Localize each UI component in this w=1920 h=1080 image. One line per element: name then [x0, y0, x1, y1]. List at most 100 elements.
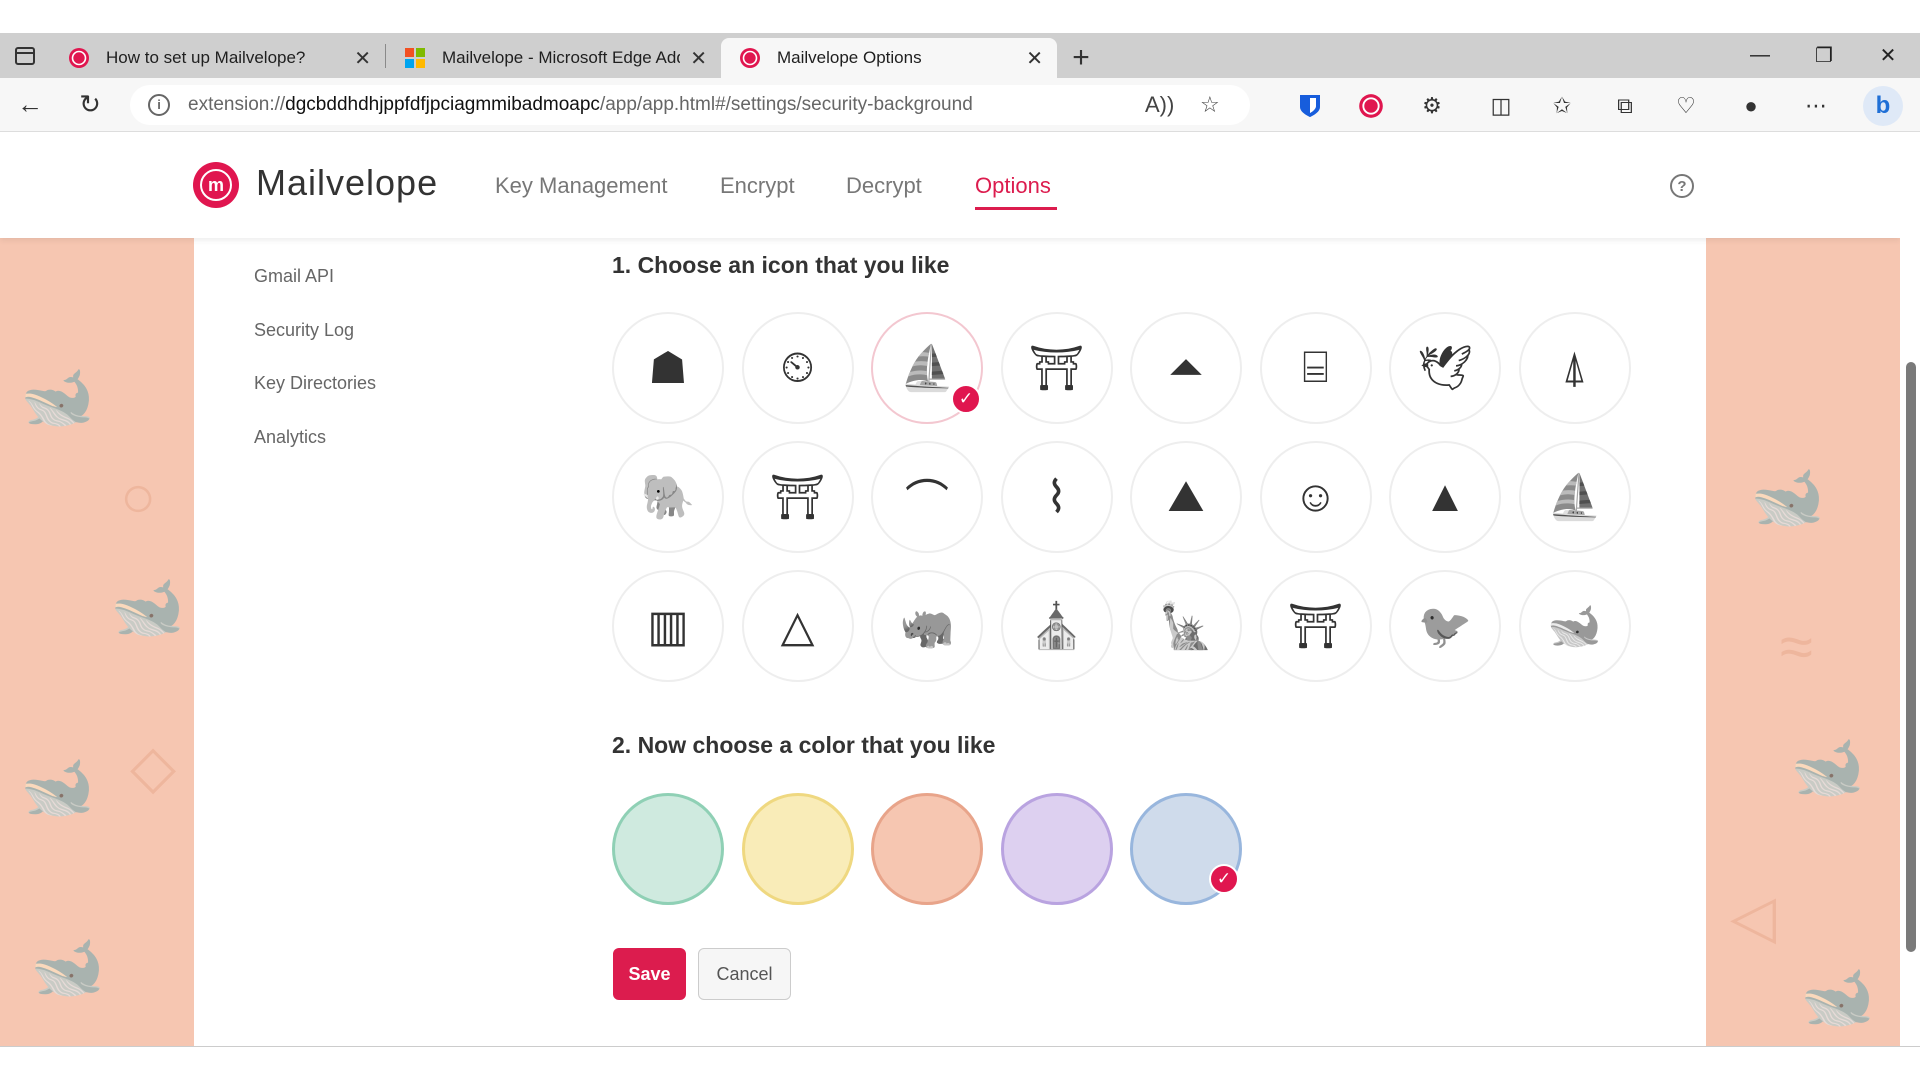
- help-icon[interactable]: ?: [1670, 174, 1694, 198]
- mailvelope-favicon-icon: [740, 48, 760, 68]
- ship-icon[interactable]: ⛵ ✓: [871, 312, 983, 424]
- selected-check-icon: ✓: [1209, 864, 1239, 894]
- bitwarden-icon[interactable]: [1296, 92, 1324, 120]
- nav-encrypt[interactable]: Encrypt: [720, 173, 795, 199]
- icon-glyph: ⍋: [1561, 343, 1588, 392]
- brand-name[interactable]: Mailvelope: [256, 162, 438, 204]
- torii-gate-icon[interactable]: ⛩: [1259, 570, 1372, 682]
- favorite-star-icon[interactable]: ☆: [1200, 92, 1220, 118]
- icon-glyph: ☗: [648, 343, 688, 393]
- collections-icon[interactable]: ⧉: [1611, 92, 1639, 120]
- sidebar-item-key-directories[interactable]: Key Directories: [254, 373, 376, 394]
- icon-glyph: ⛵: [899, 344, 955, 393]
- eagle-icon[interactable]: 🕊: [1389, 312, 1501, 424]
- tab-edge-addons[interactable]: Mailvelope - Microsoft Edge Add ✕: [386, 38, 721, 78]
- bing-icon[interactable]: b: [1863, 86, 1903, 126]
- microsoft-favicon-icon: [405, 48, 425, 68]
- whale-decoration-icon: 🐋: [1750, 464, 1825, 531]
- leaning-tower-icon[interactable]: ▥: [612, 570, 724, 682]
- icon-glyph: 🦏: [899, 602, 955, 651]
- big-ben-icon[interactable]: ⏲: [741, 312, 854, 424]
- opera-house-icon[interactable]: ⛵: [1518, 441, 1631, 553]
- new-tab-button[interactable]: +: [1057, 38, 1105, 78]
- color-peach[interactable]: [871, 793, 983, 905]
- sidebar-toggle-icon[interactable]: [0, 33, 50, 78]
- icon-glyph: 🗽: [1158, 602, 1214, 651]
- color-lavender[interactable]: [1000, 793, 1113, 905]
- brandenburg-gate-icon[interactable]: ⛩: [1000, 312, 1113, 424]
- color-blue[interactable]: ✓: [1130, 793, 1242, 905]
- color-mint[interactable]: [612, 793, 724, 905]
- minimize-icon[interactable]: —: [1728, 33, 1792, 78]
- elephant-icon[interactable]: 🐘: [612, 441, 724, 553]
- colosseum-icon[interactable]: ⌸: [1259, 312, 1372, 424]
- icon-glyph: △: [780, 601, 815, 651]
- extensions-icon[interactable]: ⚙: [1418, 92, 1446, 120]
- sidebar-item-gmail-api[interactable]: Gmail API: [254, 266, 334, 287]
- icon-glyph: ▥: [647, 601, 689, 651]
- pagoda-icon[interactable]: ⛩: [741, 441, 854, 553]
- color-section-heading: 2. Now choose a color that you like: [612, 732, 996, 758]
- url-scheme: extension://: [188, 93, 286, 115]
- icon-glyph: ⛪: [1029, 602, 1084, 651]
- nav-options[interactable]: Options: [975, 173, 1051, 199]
- eiffel-tower-icon[interactable]: ⍋: [1518, 312, 1631, 424]
- mailvelope-ext-icon[interactable]: [1357, 92, 1385, 120]
- save-button[interactable]: Save: [613, 948, 686, 1000]
- color-yellow[interactable]: [741, 793, 854, 905]
- title-strip: [0, 0, 1920, 33]
- nav-active-indicator: [975, 207, 1057, 210]
- whale-decoration-icon: 🐋: [30, 934, 105, 1001]
- read-aloud-icon[interactable]: A)): [1145, 92, 1174, 118]
- icon-glyph: 🐘: [640, 473, 696, 522]
- cathedral-icon[interactable]: ⛪: [1000, 570, 1113, 682]
- nav-key-management[interactable]: Key Management: [495, 173, 667, 199]
- mask-icon[interactable]: ☗: [612, 312, 724, 424]
- pyramid-temple-icon[interactable]: ⏶: [1130, 312, 1242, 424]
- tab-close-icon[interactable]: ✕: [1026, 46, 1043, 71]
- sidebar-item-security-log[interactable]: Security Log: [254, 320, 354, 341]
- toucan-icon[interactable]: 🐦: [1389, 570, 1501, 682]
- icon-glyph: ⏶: [1168, 343, 1204, 392]
- profile-icon[interactable]: ●: [1737, 92, 1765, 120]
- mailvelope-logo-icon[interactable]: m: [193, 162, 239, 208]
- split-screen-icon[interactable]: ◫: [1487, 92, 1515, 120]
- sidebar-item-analytics[interactable]: Analytics: [254, 427, 326, 448]
- bridge-icon[interactable]: ⌒: [871, 441, 983, 553]
- cancel-button[interactable]: Cancel: [698, 948, 791, 1000]
- refresh-icon[interactable]: ↻: [60, 89, 120, 120]
- moai-icon[interactable]: ☺: [1259, 441, 1372, 553]
- pyramids-icon[interactable]: △: [741, 570, 854, 682]
- window-close-icon[interactable]: ✕: [1856, 33, 1920, 78]
- tab-close-icon[interactable]: ✕: [690, 46, 707, 71]
- tab-label: Mailvelope Options: [777, 48, 922, 67]
- health-icon[interactable]: ♡: [1672, 92, 1700, 120]
- mailvelope-favicon-icon: [69, 48, 89, 68]
- icon-glyph: ⛵: [1547, 473, 1602, 522]
- tab-mailvelope-options[interactable]: Mailvelope Options ✕: [721, 38, 1057, 78]
- restore-icon[interactable]: ❐: [1792, 33, 1856, 78]
- back-icon[interactable]: ←: [0, 89, 60, 120]
- statue-of-liberty-icon[interactable]: 🗽: [1130, 570, 1242, 682]
- icon-glyph: ⌒: [905, 477, 949, 526]
- mountain-icon[interactable]: ▲: [1389, 441, 1501, 553]
- rhino-icon[interactable]: 🦏: [871, 570, 983, 682]
- scroll-thumb[interactable]: [1906, 362, 1916, 952]
- tab-label: How to set up Mailvelope?: [106, 48, 306, 67]
- great-wall-icon[interactable]: ⌇: [1000, 441, 1113, 553]
- tab-how-to-setup[interactable]: How to set up Mailvelope? ✕: [50, 38, 385, 78]
- whale-icon[interactable]: 🐋: [1518, 570, 1631, 682]
- icon-glyph: ⛰: [1167, 472, 1205, 521]
- favorites-icon[interactable]: ✩: [1548, 92, 1576, 120]
- tab-close-icon[interactable]: ✕: [354, 46, 371, 71]
- app-header: m Mailvelope Key Management Encrypt Decr…: [0, 132, 1900, 238]
- landscape-icon[interactable]: ⛰: [1130, 441, 1242, 553]
- square-decoration-icon: ◇: [130, 733, 177, 800]
- icon-glyph: 🐦: [1417, 602, 1473, 651]
- info-icon[interactable]: i: [148, 93, 170, 116]
- whale-decoration-icon: 🐋: [20, 754, 95, 821]
- address-field[interactable]: i extension://dgcbddhdhjppfdfjpciagmmiba…: [130, 84, 1250, 125]
- more-icon[interactable]: ⋯: [1802, 92, 1830, 120]
- nav-decrypt[interactable]: Decrypt: [846, 173, 922, 199]
- scrollbar[interactable]: [1900, 132, 1920, 1046]
